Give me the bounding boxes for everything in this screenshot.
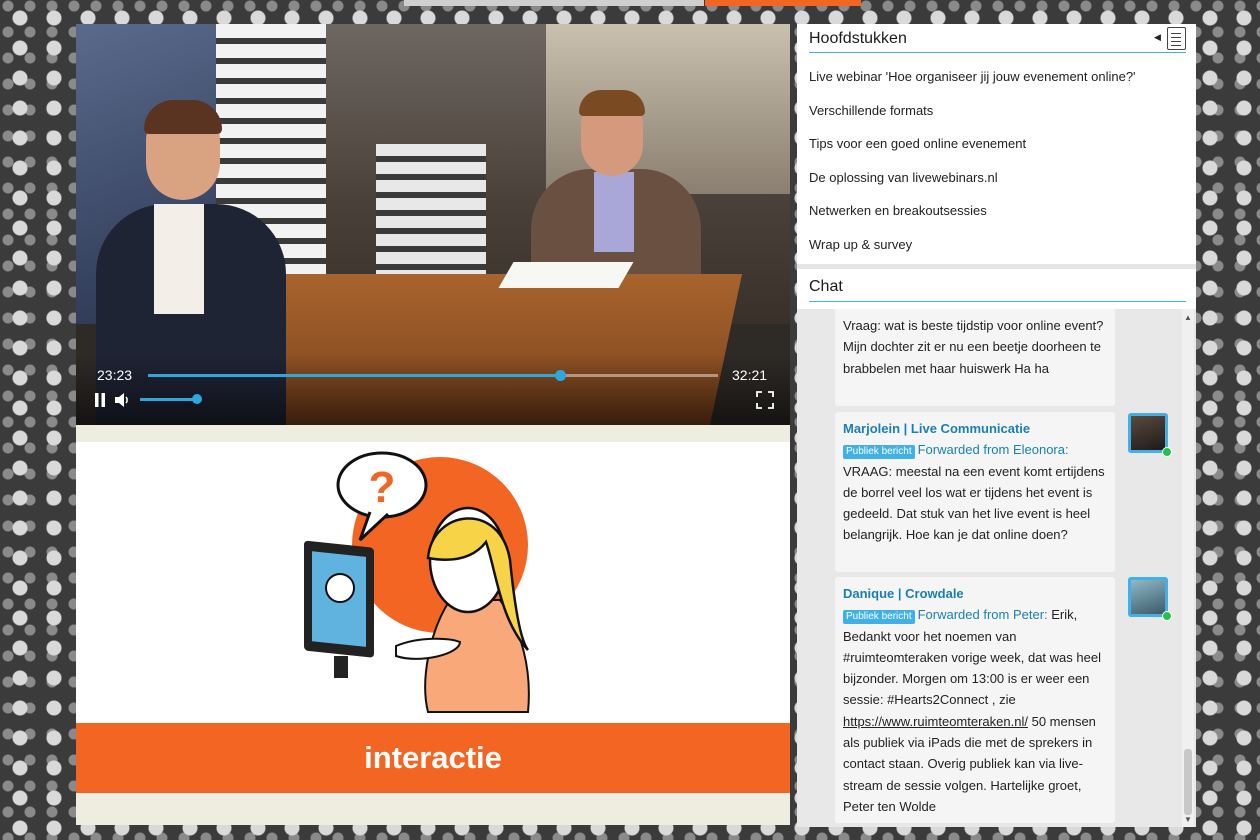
public-message-badge: Publiek bericht (843, 610, 915, 625)
chat-divider (809, 301, 1186, 302)
chapter-list: Live webinar 'Hoe organiseer jij jouw ev… (809, 69, 1136, 271)
forwarded-from: Forwarded from Peter: (917, 607, 1048, 623)
chat-message-text: Vraag: wat is beste tijdstip voor online… (843, 318, 1104, 376)
slide-banner-text: interactie (364, 740, 502, 775)
chapter-item[interactable]: Tips voor een goed online evenement (809, 136, 1136, 170)
scroll-up-icon[interactable]: ▲ (1184, 313, 1192, 322)
fullscreen-icon[interactable] (756, 391, 774, 413)
forwarded-from: Forwarded from Eleonora: (917, 442, 1069, 458)
chat-scrollbar[interactable]: ▲ ▼ (1182, 309, 1194, 827)
progress-fill (148, 374, 561, 377)
video-controls (76, 354, 790, 425)
slide-bottom-bar (76, 793, 790, 825)
chat-message: Marjolein | Live Communicatie Publiek be… (835, 412, 1115, 572)
top-strip (404, 0, 704, 6)
volume-icon[interactable] (114, 392, 132, 412)
video-presenter-right-shirt (594, 172, 634, 252)
progress-bar[interactable] (148, 370, 718, 381)
duration: 32:21 (732, 367, 768, 383)
chapters-title: Hoofdstukken (809, 30, 907, 47)
table-of-contents-icon[interactable] (1167, 27, 1186, 50)
chapter-item[interactable]: Live webinar 'Hoe organiseer jij jouw ev… (809, 69, 1136, 103)
interaction-illustration: ? (304, 451, 530, 713)
side-panel: Hoofdstukken ◀ Live webinar 'Hoe organis… (797, 24, 1196, 827)
chat-message-author[interactable]: Danique | Crowdale (843, 583, 1107, 604)
chat-header: Chat (797, 269, 1196, 309)
chat-title: Chat (809, 278, 843, 295)
chat-message: Danique | Crowdale Publiek bericht Forwar… (835, 577, 1115, 823)
chat-message-link[interactable]: https://www.ruimteomteraken.nl/ (843, 714, 1028, 729)
chapter-item[interactable]: Verschillende formats (809, 103, 1136, 137)
chat-message-text: VRAAG: meestal na een event komt ertijde… (843, 463, 1105, 543)
question-mark: ? (369, 463, 396, 512)
avatar[interactable] (1128, 413, 1172, 457)
public-message-badge: Publiek bericht (843, 445, 915, 460)
chat-message: Vraag: wat is beste tijdstip voor online… (835, 309, 1115, 406)
chat-message-author[interactable]: Marjolein | Live Communicatie (843, 418, 1107, 439)
volume-handle[interactable] (192, 394, 202, 404)
chevron-left-icon[interactable]: ◀ (1154, 32, 1161, 43)
online-status-dot (1162, 611, 1172, 621)
avatar-image (1131, 416, 1165, 450)
online-status-dot (1162, 447, 1172, 457)
scroll-down-icon[interactable]: ▼ (1184, 815, 1192, 824)
chapters-divider (809, 52, 1186, 53)
chapter-item[interactable]: De oplossing van livewebinars.nl (809, 170, 1136, 204)
orange-tab (705, 0, 861, 6)
avatar-image (1131, 580, 1165, 614)
video-presenter-left-hair (144, 100, 222, 134)
chapter-item[interactable]: Netwerken en breakoutsessies (809, 203, 1136, 237)
pause-icon[interactable] (93, 392, 107, 412)
slide-top-bar (76, 425, 790, 442)
current-time: 23:23 (97, 367, 133, 383)
chapters-section: Hoofdstukken ◀ Live webinar 'Hoe organis… (797, 24, 1196, 264)
presentation-slide: ? interactie (76, 425, 790, 825)
scrollbar-thumb[interactable] (1184, 749, 1192, 815)
video-presenter-left-shirt (154, 204, 204, 314)
video-scene-paper (498, 262, 634, 288)
slide-banner: interactie (76, 723, 790, 793)
chapter-item[interactable]: Wrap up & survey (809, 237, 1136, 271)
video-scene-pillar-2 (376, 144, 486, 274)
video-presenter-right-hair (579, 90, 645, 116)
volume-slider[interactable] (140, 398, 198, 401)
chat-messages: Vraag: wat is beste tijdstip voor online… (797, 309, 1196, 827)
avatar[interactable] (1128, 577, 1172, 621)
video-player[interactable]: 23:23 32:21 (76, 24, 790, 425)
